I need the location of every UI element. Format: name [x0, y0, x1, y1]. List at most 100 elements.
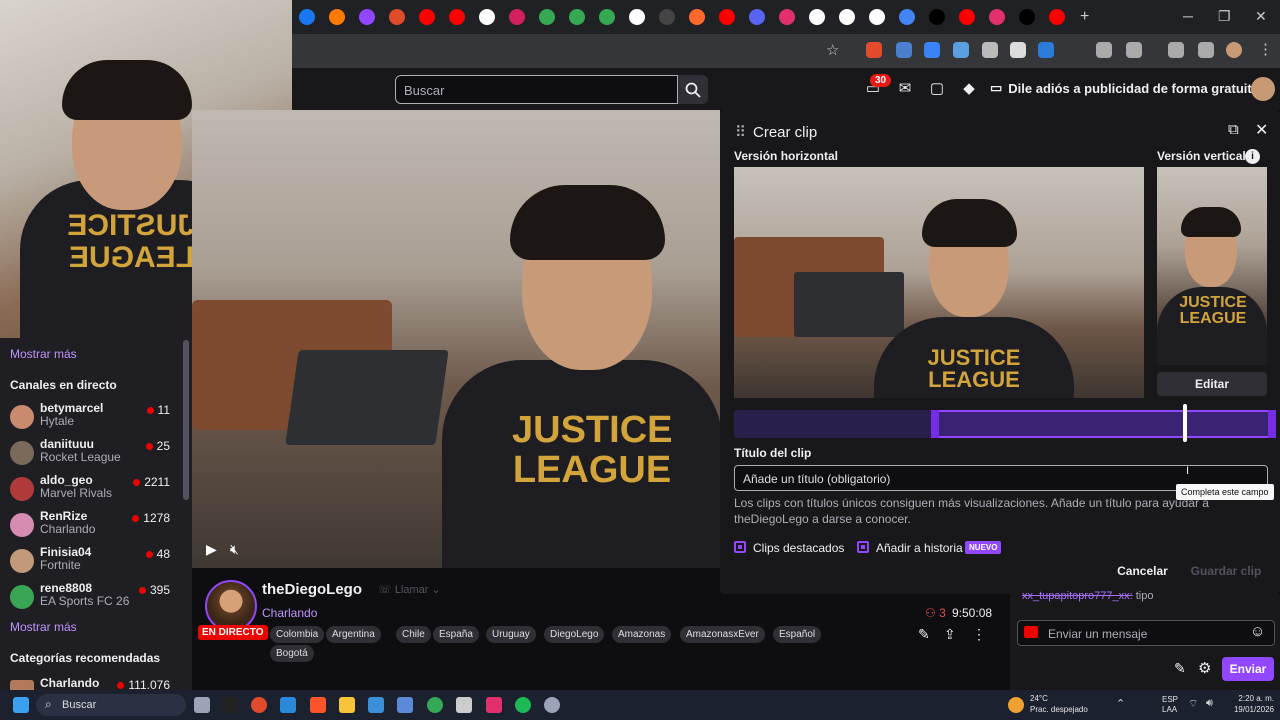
stream-tag[interactable]: España	[433, 626, 479, 643]
featured-clips-checkbox[interactable]	[734, 541, 746, 553]
file-explorer-icon[interactable]	[339, 697, 355, 713]
browser-tab-icon[interactable]	[809, 9, 825, 25]
send-button[interactable]: Enviar	[1222, 657, 1274, 681]
close-window-button[interactable]: ✕	[1255, 8, 1267, 25]
playhead[interactable]	[1183, 404, 1187, 442]
app-icon[interactable]	[251, 697, 267, 713]
browser-tab-icon[interactable]	[599, 9, 615, 25]
volume-icon[interactable]: 🔊︎	[1206, 697, 1213, 710]
browser-tab-icon[interactable]	[1049, 9, 1065, 25]
media-icon[interactable]	[1198, 42, 1214, 58]
stream-category[interactable]: Charlando	[262, 606, 317, 620]
extension-icon[interactable]	[982, 42, 998, 58]
browser-tab-icon[interactable]	[359, 9, 375, 25]
clock-date[interactable]: 19/01/2026	[1224, 705, 1274, 715]
browser-tab-icon[interactable]	[689, 9, 705, 25]
settings-gear-icon[interactable]: ⚙	[1198, 659, 1211, 677]
tray-chevron-icon[interactable]: ⌃	[1116, 697, 1125, 710]
stream-tag[interactable]: Español	[773, 626, 822, 643]
browser-tab-icon[interactable]	[479, 9, 495, 25]
play-icon[interactable]: ▶	[206, 541, 217, 558]
instagram-icon[interactable]	[486, 697, 502, 713]
settings-icon[interactable]	[544, 697, 560, 713]
browser-tab-icon[interactable]	[929, 9, 945, 25]
edit-vertical-button[interactable]: Editar	[1157, 372, 1267, 396]
stream-tag[interactable]: AmazonasxEver	[680, 626, 765, 643]
spotify-icon[interactable]	[515, 697, 531, 713]
browser-tab-icon[interactable]	[719, 9, 735, 25]
minimize-button[interactable]: ─	[1183, 8, 1193, 24]
extension-icon[interactable]	[866, 42, 882, 58]
store-icon[interactable]	[280, 697, 296, 713]
app-icon[interactable]	[456, 697, 472, 713]
browser-tab-icon[interactable]	[419, 9, 435, 25]
browser-tab-icon[interactable]	[329, 9, 345, 25]
stream-tag[interactable]: Amazonas	[612, 626, 672, 643]
bookmark-star-icon[interactable]: ☆	[826, 41, 839, 59]
clock-time[interactable]: 2:20 a. m.	[1230, 694, 1274, 704]
stream-tag[interactable]: Bogotá	[270, 645, 314, 662]
browser-tab-icon[interactable]	[569, 9, 585, 25]
chat-icon[interactable]: ▢	[928, 80, 946, 98]
call-button[interactable]: ☏ Llamar ⌄	[378, 583, 441, 596]
browser-tab-icon[interactable]	[449, 9, 465, 25]
more-options-icon[interactable]: ⋮	[972, 626, 986, 643]
browser-tab-icon[interactable]	[509, 9, 525, 25]
browser-tab-icon[interactable]	[539, 9, 555, 25]
video-player[interactable]: JUSTICE LEAGUE ▶ 🔇︎	[192, 110, 720, 568]
calculator-icon[interactable]	[397, 697, 413, 713]
browser-tab-icon[interactable]	[659, 9, 675, 25]
whispers-icon[interactable]: ✉	[896, 80, 914, 98]
streamer-name[interactable]: theDiegoLego	[262, 581, 362, 598]
stream-tag[interactable]: Chile	[396, 626, 431, 643]
language-indicator[interactable]: ESP	[1162, 695, 1178, 705]
extension-icon[interactable]	[896, 42, 912, 58]
share-icon[interactable]: ⇪	[944, 626, 956, 643]
popout-icon[interactable]: ⧉	[1228, 121, 1239, 138]
restore-button[interactable]: ❐	[1218, 8, 1231, 25]
clip-selection-range[interactable]	[933, 410, 1273, 438]
close-panel-icon[interactable]: ✕	[1255, 120, 1268, 140]
sidebar-channel-item[interactable]: aldo_geo Marvel Rivals 2211	[8, 473, 180, 509]
browser-tab-icon[interactable]	[1019, 9, 1035, 25]
extension-icon[interactable]	[1096, 42, 1112, 58]
app-icon[interactable]	[222, 697, 238, 713]
browser-tab-icon[interactable]	[959, 9, 975, 25]
ad-free-promo[interactable]: ▭ Dile adiós a publicidad de forma gratu…	[990, 80, 1259, 96]
sidebar-channel-item[interactable]: rene8808 EA Sports FC 26 395	[8, 581, 180, 617]
wifi-icon[interactable]: ⌔	[1188, 697, 1198, 711]
browser-tab-icon[interactable]	[989, 9, 1005, 25]
extensions-puzzle-icon[interactable]	[1126, 42, 1142, 58]
edit-icon[interactable]: ✎	[918, 626, 930, 643]
range-end-handle[interactable]	[1268, 410, 1276, 438]
browser-tab-icon[interactable]	[899, 9, 915, 25]
add-to-story-checkbox[interactable]	[857, 541, 869, 553]
extension-icon[interactable]	[1010, 42, 1026, 58]
search-input[interactable]: Buscar	[395, 75, 678, 104]
task-view-icon[interactable]	[194, 697, 210, 713]
browser-tab-icon[interactable]	[839, 9, 855, 25]
show-more-link[interactable]: Mostrar más	[10, 620, 77, 634]
download-icon[interactable]	[1168, 42, 1184, 58]
stream-tag[interactable]: DiegoLego	[544, 626, 605, 643]
extension-icon[interactable]	[953, 42, 969, 58]
emote-icon[interactable]: ☺	[1250, 623, 1265, 640]
save-clip-button[interactable]: Guardar clip	[1185, 561, 1267, 581]
prime-crown-icon[interactable]: ◆	[960, 80, 978, 98]
cancel-button[interactable]: Cancelar	[1110, 561, 1175, 581]
show-more-link[interactable]: Mostrar más	[10, 347, 77, 361]
range-start-handle[interactable]	[931, 410, 939, 438]
sidebar-scrollbar[interactable]	[183, 340, 189, 500]
browser-menu-icon[interactable]: ⋮	[1258, 40, 1273, 58]
photos-icon[interactable]	[368, 697, 384, 713]
taskbar-search[interactable]: Buscar	[36, 694, 186, 716]
sidebar-channel-item[interactable]: daniituuu Rocket League 25	[8, 437, 180, 473]
browser-tab-icon[interactable]	[389, 9, 405, 25]
sidebar-channel-item[interactable]: RenRize Charlando 1278	[8, 509, 180, 545]
browser-tab-icon[interactable]	[869, 9, 885, 25]
windows-start-icon[interactable]	[13, 697, 29, 713]
chrome-icon[interactable]	[427, 697, 443, 713]
brave-icon[interactable]	[310, 697, 326, 713]
stream-tag[interactable]: Uruguay	[486, 626, 536, 643]
stream-tag[interactable]: Colombia	[270, 626, 325, 643]
